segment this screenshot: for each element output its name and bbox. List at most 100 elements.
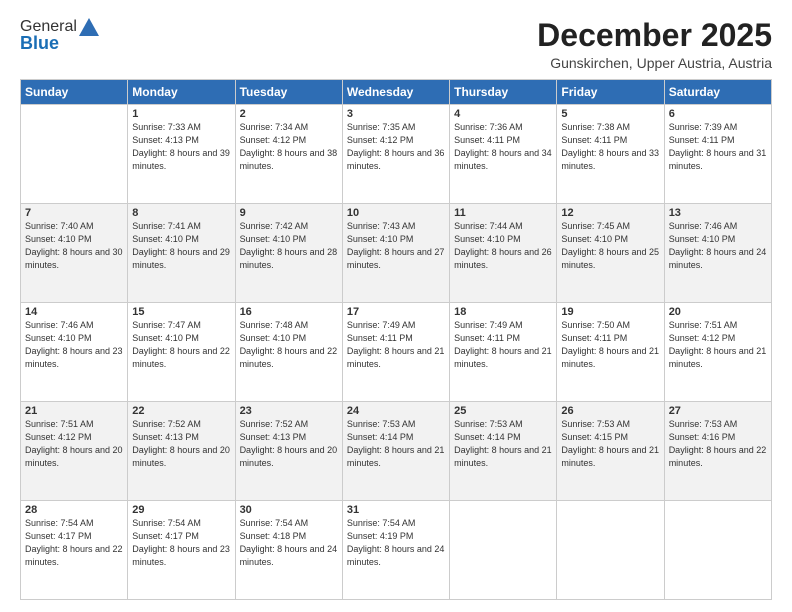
day-info: Sunrise: 7:33 AM Sunset: 4:13 PM Dayligh… [132,121,230,173]
table-cell: 3Sunrise: 7:35 AM Sunset: 4:12 PM Daylig… [342,105,449,204]
day-info: Sunrise: 7:52 AM Sunset: 4:13 PM Dayligh… [240,418,338,470]
page: General Blue December 2025 Gunskirchen, … [0,0,792,612]
day-number: 18 [454,306,552,318]
day-info: Sunrise: 7:36 AM Sunset: 4:11 PM Dayligh… [454,121,552,173]
day-number: 15 [132,306,230,318]
day-info: Sunrise: 7:46 AM Sunset: 4:10 PM Dayligh… [669,220,767,272]
col-saturday: Saturday [664,80,771,105]
table-cell [21,105,128,204]
day-info: Sunrise: 7:51 AM Sunset: 4:12 PM Dayligh… [669,319,767,371]
day-number: 22 [132,405,230,417]
day-info: Sunrise: 7:38 AM Sunset: 4:11 PM Dayligh… [561,121,659,173]
day-info: Sunrise: 7:50 AM Sunset: 4:11 PM Dayligh… [561,319,659,371]
day-number: 2 [240,108,338,120]
table-cell: 30Sunrise: 7:54 AM Sunset: 4:18 PM Dayli… [235,501,342,600]
day-number: 23 [240,405,338,417]
table-cell: 17Sunrise: 7:49 AM Sunset: 4:11 PM Dayli… [342,303,449,402]
day-info: Sunrise: 7:48 AM Sunset: 4:10 PM Dayligh… [240,319,338,371]
calendar-week-row: 28Sunrise: 7:54 AM Sunset: 4:17 PM Dayli… [21,501,772,600]
table-cell: 1Sunrise: 7:33 AM Sunset: 4:13 PM Daylig… [128,105,235,204]
table-cell: 16Sunrise: 7:48 AM Sunset: 4:10 PM Dayli… [235,303,342,402]
day-number: 17 [347,306,445,318]
day-info: Sunrise: 7:42 AM Sunset: 4:10 PM Dayligh… [240,220,338,272]
day-info: Sunrise: 7:54 AM Sunset: 4:18 PM Dayligh… [240,517,338,569]
day-info: Sunrise: 7:44 AM Sunset: 4:10 PM Dayligh… [454,220,552,272]
table-cell: 28Sunrise: 7:54 AM Sunset: 4:17 PM Dayli… [21,501,128,600]
day-number: 24 [347,405,445,417]
table-cell [450,501,557,600]
table-cell: 25Sunrise: 7:53 AM Sunset: 4:14 PM Dayli… [450,402,557,501]
day-number: 25 [454,405,552,417]
day-info: Sunrise: 7:43 AM Sunset: 4:10 PM Dayligh… [347,220,445,272]
day-number: 10 [347,207,445,219]
day-number: 12 [561,207,659,219]
col-wednesday: Wednesday [342,80,449,105]
day-info: Sunrise: 7:41 AM Sunset: 4:10 PM Dayligh… [132,220,230,272]
table-cell: 9Sunrise: 7:42 AM Sunset: 4:10 PM Daylig… [235,204,342,303]
day-info: Sunrise: 7:45 AM Sunset: 4:10 PM Dayligh… [561,220,659,272]
table-cell: 6Sunrise: 7:39 AM Sunset: 4:11 PM Daylig… [664,105,771,204]
table-cell: 12Sunrise: 7:45 AM Sunset: 4:10 PM Dayli… [557,204,664,303]
day-info: Sunrise: 7:35 AM Sunset: 4:12 PM Dayligh… [347,121,445,173]
calendar-week-row: 1Sunrise: 7:33 AM Sunset: 4:13 PM Daylig… [21,105,772,204]
day-number: 19 [561,306,659,318]
day-number: 9 [240,207,338,219]
table-cell: 24Sunrise: 7:53 AM Sunset: 4:14 PM Dayli… [342,402,449,501]
day-number: 27 [669,405,767,417]
calendar-table: Sunday Monday Tuesday Wednesday Thursday… [20,79,772,600]
day-info: Sunrise: 7:34 AM Sunset: 4:12 PM Dayligh… [240,121,338,173]
table-cell: 10Sunrise: 7:43 AM Sunset: 4:10 PM Dayli… [342,204,449,303]
calendar-header-row: Sunday Monday Tuesday Wednesday Thursday… [21,80,772,105]
day-number: 7 [25,207,123,219]
col-friday: Friday [557,80,664,105]
day-info: Sunrise: 7:53 AM Sunset: 4:14 PM Dayligh… [454,418,552,470]
day-number: 11 [454,207,552,219]
col-monday: Monday [128,80,235,105]
day-number: 1 [132,108,230,120]
day-number: 20 [669,306,767,318]
day-info: Sunrise: 7:46 AM Sunset: 4:10 PM Dayligh… [25,319,123,371]
day-info: Sunrise: 7:52 AM Sunset: 4:13 PM Dayligh… [132,418,230,470]
day-info: Sunrise: 7:51 AM Sunset: 4:12 PM Dayligh… [25,418,123,470]
title-block: December 2025 Gunskirchen, Upper Austria… [537,18,772,71]
table-cell: 15Sunrise: 7:47 AM Sunset: 4:10 PM Dayli… [128,303,235,402]
day-info: Sunrise: 7:49 AM Sunset: 4:11 PM Dayligh… [454,319,552,371]
table-cell: 19Sunrise: 7:50 AM Sunset: 4:11 PM Dayli… [557,303,664,402]
day-number: 26 [561,405,659,417]
day-number: 31 [347,504,445,516]
day-info: Sunrise: 7:54 AM Sunset: 4:17 PM Dayligh… [132,517,230,569]
logo: General Blue [20,18,99,54]
logo-blue-text: Blue [20,33,59,54]
day-info: Sunrise: 7:54 AM Sunset: 4:19 PM Dayligh… [347,517,445,569]
table-cell: 13Sunrise: 7:46 AM Sunset: 4:10 PM Dayli… [664,204,771,303]
table-cell: 22Sunrise: 7:52 AM Sunset: 4:13 PM Dayli… [128,402,235,501]
day-info: Sunrise: 7:40 AM Sunset: 4:10 PM Dayligh… [25,220,123,272]
table-cell: 8Sunrise: 7:41 AM Sunset: 4:10 PM Daylig… [128,204,235,303]
table-cell: 31Sunrise: 7:54 AM Sunset: 4:19 PM Dayli… [342,501,449,600]
table-cell: 18Sunrise: 7:49 AM Sunset: 4:11 PM Dayli… [450,303,557,402]
table-cell [664,501,771,600]
table-cell: 7Sunrise: 7:40 AM Sunset: 4:10 PM Daylig… [21,204,128,303]
day-number: 4 [454,108,552,120]
day-number: 6 [669,108,767,120]
logo-icon [79,18,99,36]
table-cell: 27Sunrise: 7:53 AM Sunset: 4:16 PM Dayli… [664,402,771,501]
day-info: Sunrise: 7:53 AM Sunset: 4:14 PM Dayligh… [347,418,445,470]
day-info: Sunrise: 7:53 AM Sunset: 4:16 PM Dayligh… [669,418,767,470]
day-number: 21 [25,405,123,417]
table-cell: 21Sunrise: 7:51 AM Sunset: 4:12 PM Dayli… [21,402,128,501]
col-tuesday: Tuesday [235,80,342,105]
day-info: Sunrise: 7:54 AM Sunset: 4:17 PM Dayligh… [25,517,123,569]
table-cell: 14Sunrise: 7:46 AM Sunset: 4:10 PM Dayli… [21,303,128,402]
table-cell: 4Sunrise: 7:36 AM Sunset: 4:11 PM Daylig… [450,105,557,204]
header: General Blue December 2025 Gunskirchen, … [20,18,772,71]
day-number: 30 [240,504,338,516]
day-number: 13 [669,207,767,219]
day-number: 14 [25,306,123,318]
table-cell [557,501,664,600]
day-number: 29 [132,504,230,516]
location-subtitle: Gunskirchen, Upper Austria, Austria [537,55,772,71]
col-thursday: Thursday [450,80,557,105]
table-cell: 5Sunrise: 7:38 AM Sunset: 4:11 PM Daylig… [557,105,664,204]
calendar-week-row: 14Sunrise: 7:46 AM Sunset: 4:10 PM Dayli… [21,303,772,402]
